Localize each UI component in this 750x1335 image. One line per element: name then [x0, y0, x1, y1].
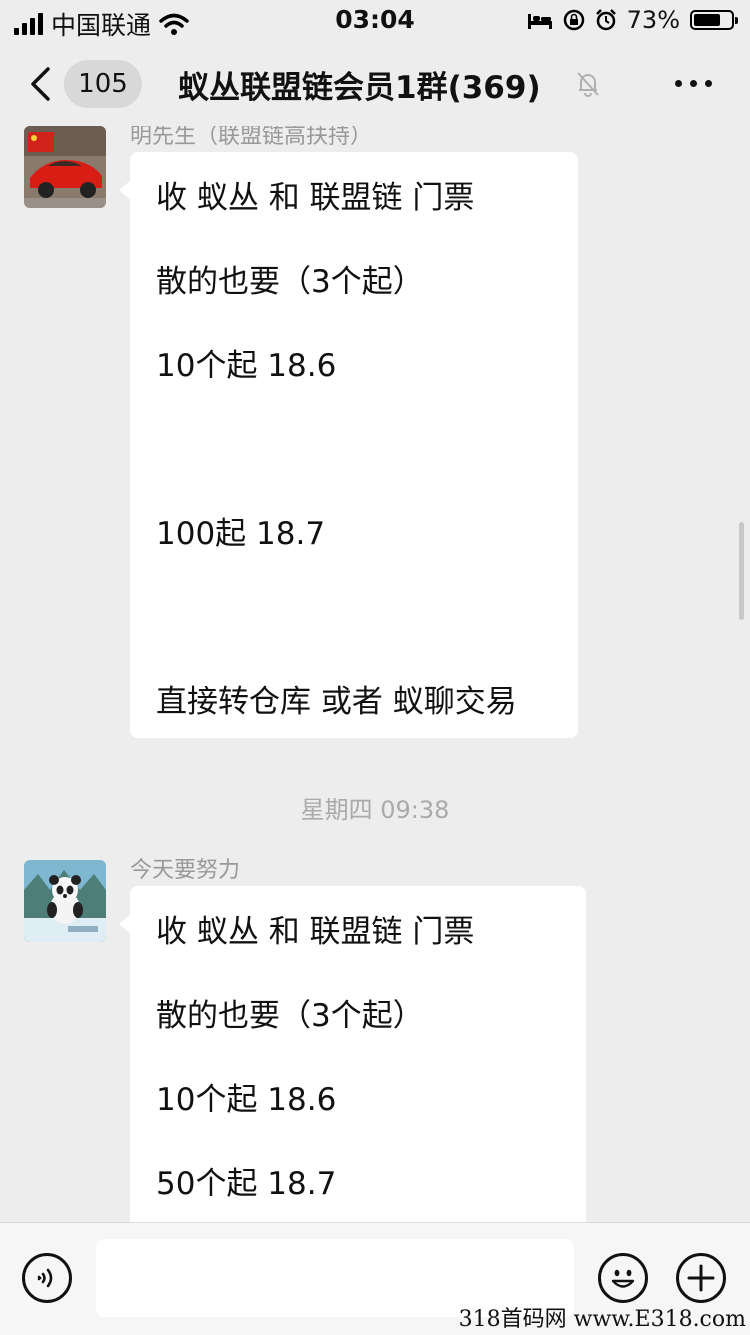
message-line: 100起 18.7	[156, 516, 326, 552]
message-line: 10个起 18.6	[156, 348, 337, 384]
unread-count-badge[interactable]: 105	[64, 60, 142, 108]
message-line: 10个起 18.6	[156, 1082, 337, 1118]
voice-icon[interactable]	[22, 1253, 72, 1303]
page-title: 蚁丛联盟链会员1群(369)	[178, 70, 541, 106]
message-bubble[interactable]: 收 蚁丛 和 联盟链 门票 散的也要（3个起） 10个起 18.6 50个起 1…	[119, 886, 586, 1222]
sender-name: 明先生（联盟链高扶持）	[130, 126, 373, 149]
message-line: 收 蚁丛 和 联盟链 门票	[156, 180, 475, 216]
message-line: 收 蚁丛 和 联盟链 门票	[156, 914, 475, 950]
message-line: 散的也要（3个起）	[156, 264, 424, 300]
avatar-panda[interactable]	[24, 860, 106, 942]
chat-area[interactable]: 明先生（联盟链高扶持） 收 蚁丛 和 联盟链 门票 散的也要（3个起） 10个起…	[0, 126, 750, 1222]
status-bar: 中国联通 03:04 73%	[0, 0, 750, 40]
message-bubble[interactable]: 收 蚁丛 和 联盟链 门票 散的也要（3个起） 10个起 18.6 100起 1…	[119, 152, 578, 738]
nav-bar: 105 蚁丛联盟链会员1群(369)	[0, 40, 750, 126]
chat-timestamp: 星期四 09:38	[300, 796, 450, 824]
bed-icon	[527, 14, 552, 29]
battery-icon	[690, 10, 738, 30]
message-line: 散的也要（3个起）	[156, 998, 424, 1034]
rotation-lock-icon	[563, 9, 584, 31]
bell-muted-icon	[577, 72, 599, 97]
chevron-left-icon[interactable]	[28, 66, 52, 102]
plus-icon[interactable]	[676, 1253, 726, 1303]
input-bar: 318首码网 www.E318.com	[0, 1222, 750, 1335]
message-line: 直接转仓库 或者 蚁聊交易	[156, 684, 517, 720]
watermark-text: 318首码网 www.E318.com	[458, 1307, 746, 1332]
scrollbar[interactable]	[739, 522, 744, 620]
emoji-icon[interactable]	[598, 1253, 648, 1303]
sender-name: 今天要努力	[130, 858, 241, 883]
battery-percent: 73%	[626, 6, 680, 34]
more-dots-icon[interactable]	[675, 80, 712, 87]
message-line: 50个起 18.7	[156, 1166, 337, 1202]
car-avatar-image	[24, 126, 106, 208]
alarm-icon	[595, 9, 616, 31]
panda-avatar-image	[24, 860, 106, 942]
avatar-sports-car[interactable]	[24, 126, 106, 208]
